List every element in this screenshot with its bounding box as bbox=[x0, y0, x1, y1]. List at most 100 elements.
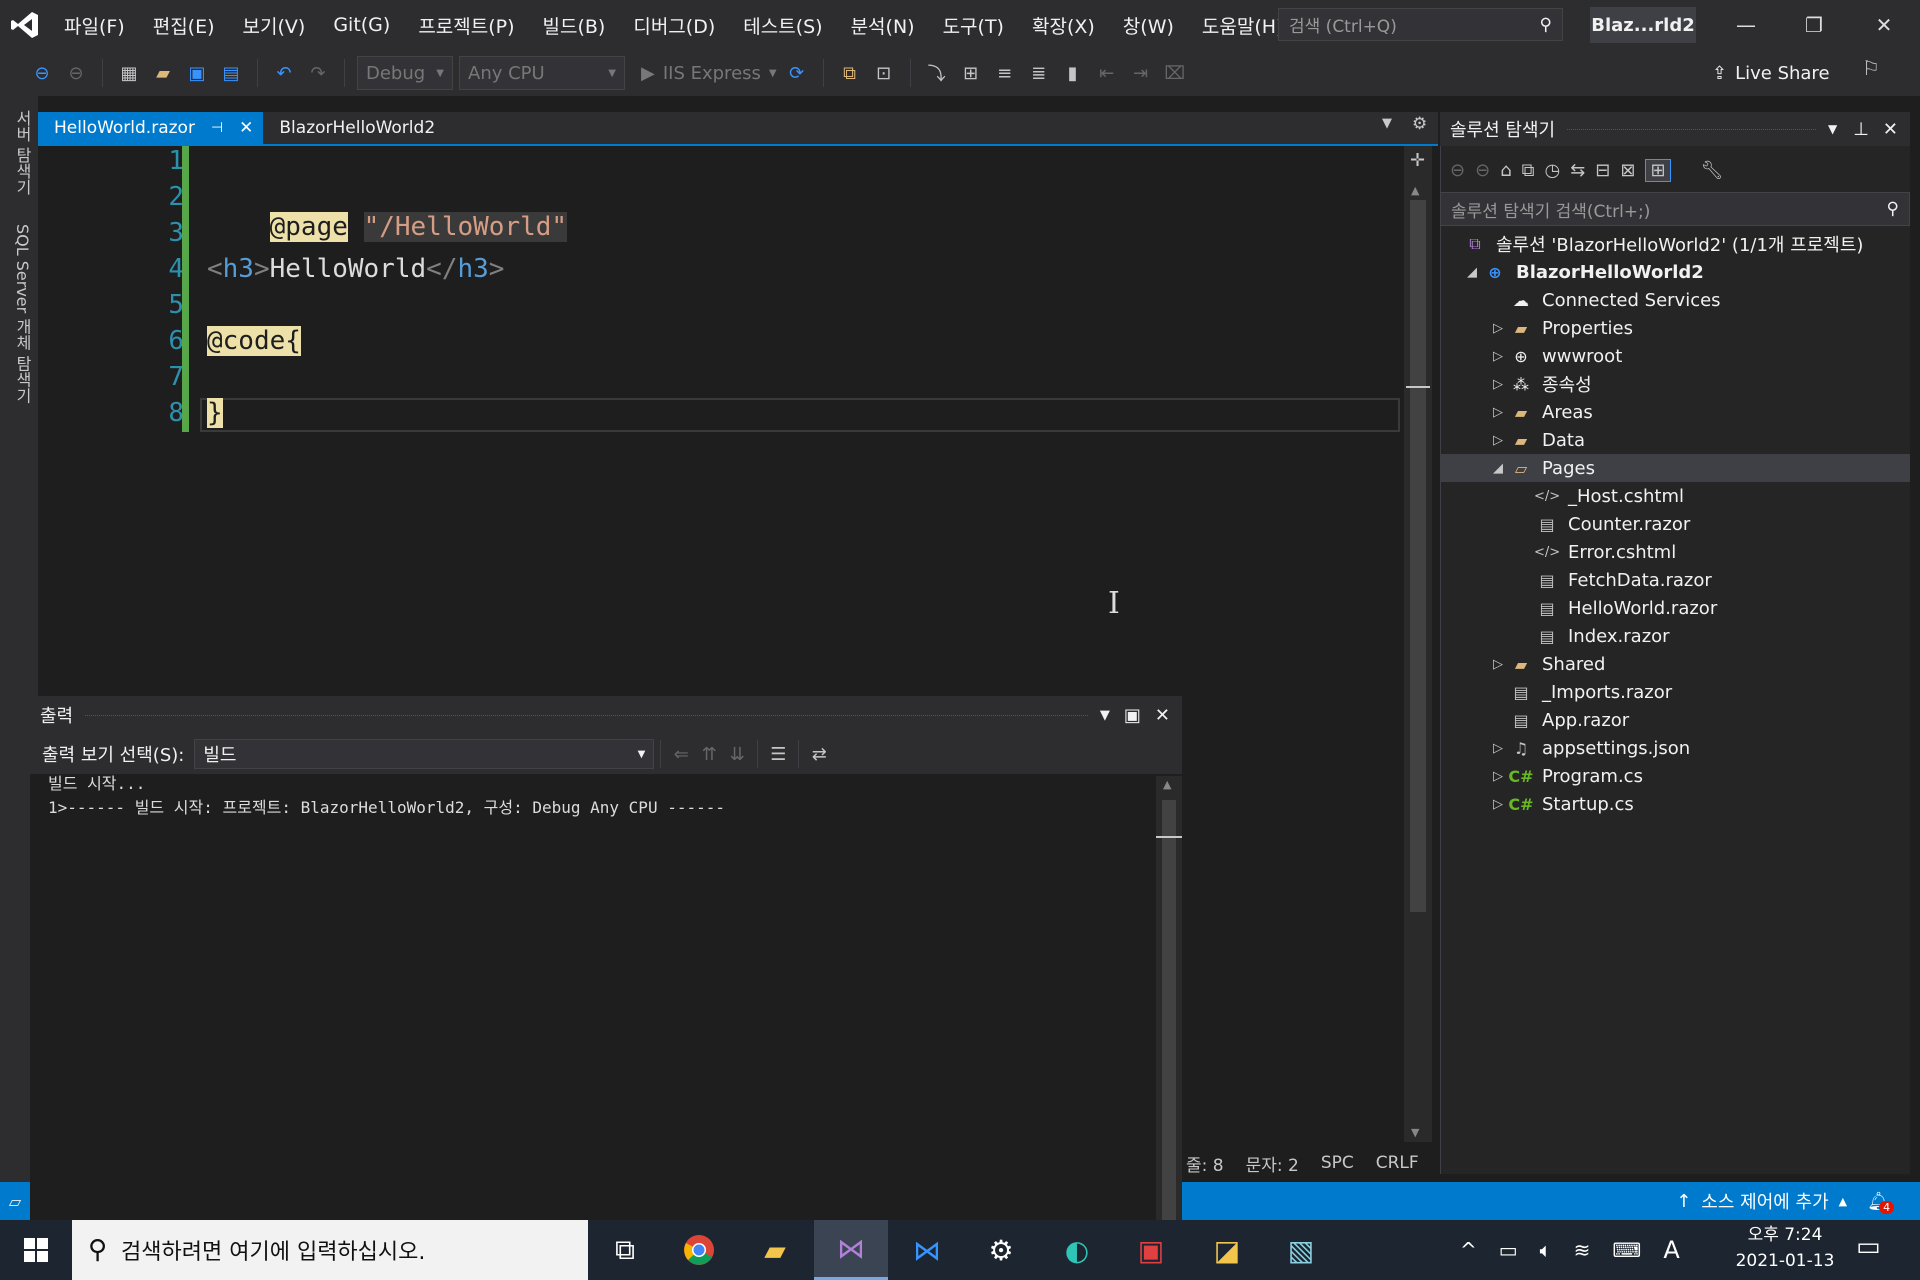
line-ending-indicator[interactable]: CRLF bbox=[1376, 1153, 1419, 1173]
settings-gear-icon[interactable]: ⚙ bbox=[964, 1220, 1038, 1280]
menu-extensions[interactable]: 확장(X) bbox=[1018, 12, 1109, 39]
menu-file[interactable]: 파일(F) bbox=[50, 12, 139, 39]
pin-icon[interactable]: ⊥ bbox=[1853, 119, 1869, 140]
tree-data[interactable]: ▷ ▰ Data bbox=[1488, 426, 1585, 454]
feedback-icon[interactable]: ⚐ bbox=[1862, 56, 1880, 80]
tree-appsettings-json[interactable]: ▷ ♫ appsettings.json bbox=[1488, 734, 1690, 762]
tree-counter-razor[interactable]: ▤ Counter.razor bbox=[1534, 510, 1690, 538]
tree-areas[interactable]: ▷ ▰ Areas bbox=[1488, 398, 1593, 426]
menu-window[interactable]: 창(W) bbox=[1109, 12, 1188, 39]
new-project-icon[interactable]: ▦ bbox=[115, 58, 143, 88]
taskbar-search-input[interactable]: ⚲ 검색하려면 여기에 입력하십시오. bbox=[72, 1220, 588, 1280]
refresh-icon[interactable]: ⟳ bbox=[783, 58, 811, 88]
expanded-arrow-icon[interactable]: ◢ bbox=[1488, 461, 1508, 476]
collapsed-arrow-icon[interactable]: ▷ bbox=[1488, 741, 1508, 756]
ime-indicator[interactable]: A bbox=[1663, 1236, 1679, 1264]
tree-error-cshtml[interactable]: </> Error.cshtml bbox=[1534, 538, 1676, 566]
battery-icon[interactable]: ▭ bbox=[1499, 1238, 1518, 1262]
back-icon[interactable]: ⊖ bbox=[28, 58, 56, 88]
tree-solution[interactable]: ⧉ 솔루션 'BlazorHelloWorld2' (1/1개 프로젝트) bbox=[1462, 230, 1863, 258]
collapsed-arrow-icon[interactable]: ▷ bbox=[1488, 321, 1508, 336]
word-wrap-icon[interactable]: ⇄ bbox=[805, 739, 833, 769]
forward-icon[interactable]: ⊖ bbox=[1475, 160, 1490, 181]
tree-app-razor[interactable]: ▤ App.razor bbox=[1508, 706, 1629, 734]
back-icon[interactable]: ⊖ bbox=[1450, 160, 1465, 181]
collapsed-arrow-icon[interactable]: ▷ bbox=[1488, 797, 1508, 812]
screenshot-icon[interactable]: ⊡ bbox=[870, 58, 898, 88]
pending-changes-icon[interactable]: ◷ bbox=[1544, 160, 1560, 181]
minimize-button[interactable]: — bbox=[1712, 0, 1780, 50]
show-hidden-icons[interactable]: ^ bbox=[1460, 1238, 1477, 1262]
show-all-files-icon[interactable]: ⊠ bbox=[1620, 160, 1635, 181]
editor-scrollbar-thumb[interactable] bbox=[1410, 200, 1426, 912]
tree-startup-cs[interactable]: ▷ C# Startup.cs bbox=[1488, 790, 1634, 818]
wifi-icon[interactable]: ≋ bbox=[1574, 1238, 1591, 1262]
maximize-icon[interactable]: ▣ bbox=[1124, 705, 1141, 726]
scroll-up-icon[interactable]: ▲ bbox=[1163, 778, 1171, 791]
solution-search-input[interactable]: 솔루션 탐색기 검색(Ctrl+;) ⚲ bbox=[1440, 192, 1910, 226]
column-indicator[interactable]: 문자: 2 bbox=[1246, 1151, 1299, 1176]
whitespace-indicator[interactable]: SPC bbox=[1321, 1153, 1354, 1173]
pin-icon[interactable]: ⊣ bbox=[211, 120, 223, 136]
outdent-icon[interactable]: ≣ bbox=[1025, 58, 1053, 88]
prev-message-icon[interactable]: ⇈ bbox=[695, 739, 723, 769]
server-explorer-tab[interactable]: 서버 탐색기 bbox=[10, 110, 34, 195]
panel-dropdown-icon[interactable]: ▼ bbox=[1100, 708, 1110, 723]
save-all-icon[interactable]: ▤ bbox=[217, 58, 245, 88]
redo-icon[interactable]: ↷ bbox=[304, 58, 332, 88]
sync-icon[interactable]: ⇆ bbox=[1570, 160, 1585, 181]
sql-explorer-tab[interactable]: SQL Server 개체 탐색기 bbox=[10, 224, 34, 403]
properties-wrench-icon[interactable]: 🔧︎ bbox=[1701, 160, 1724, 181]
notifications-button[interactable]: 🔔︎ 4 bbox=[1867, 1191, 1895, 1214]
visual-studio-taskbar-icon[interactable]: ⋈ bbox=[814, 1220, 888, 1280]
menu-test[interactable]: 테스트(S) bbox=[729, 12, 836, 39]
start-button[interactable] bbox=[0, 1220, 72, 1280]
action-center-icon[interactable]: ▭ bbox=[1856, 1232, 1881, 1262]
close-window-button[interactable]: ✕ bbox=[1850, 0, 1918, 50]
menu-view[interactable]: 보기(V) bbox=[229, 12, 320, 39]
bookmark-icon[interactable]: ▮ bbox=[1059, 58, 1087, 88]
close-icon[interactable]: ✕ bbox=[1155, 705, 1170, 726]
vscode-icon[interactable]: ⋈ bbox=[890, 1220, 964, 1280]
app-sql-icon[interactable]: ◪ bbox=[1190, 1220, 1264, 1280]
goto-location-icon[interactable]: ⇐ bbox=[667, 739, 695, 769]
step-icon[interactable]: ⤵ bbox=[923, 58, 951, 88]
line-indicator[interactable]: 줄: 8 bbox=[1186, 1151, 1224, 1176]
collapse-all-icon[interactable]: ⊟ bbox=[1595, 160, 1610, 181]
close-icon[interactable]: ✕ bbox=[239, 118, 253, 138]
taskbar-clock[interactable]: 오후 7:24 2021-01-13 bbox=[1730, 1222, 1840, 1278]
forward-icon[interactable]: ⊖ bbox=[62, 58, 90, 88]
source-control-button[interactable]: ↑ 소스 제어에 추가 ▲ bbox=[1676, 1188, 1847, 1214]
file-explorer-icon[interactable]: ▰ bbox=[738, 1220, 812, 1280]
collapsed-arrow-icon[interactable]: ▷ bbox=[1488, 769, 1508, 784]
tab-helloworld-razor[interactable]: HelloWorld.razor ⊣ ✕ bbox=[38, 112, 264, 144]
expanded-arrow-icon[interactable]: ◢ bbox=[1462, 265, 1482, 280]
close-icon[interactable]: ✕ bbox=[1883, 119, 1898, 140]
tree-dependencies[interactable]: ▷ ⁂ 종속성 bbox=[1488, 370, 1592, 398]
clear-bookmarks-icon[interactable]: ⌧ bbox=[1161, 58, 1189, 88]
menu-project[interactable]: 프로젝트(P) bbox=[404, 12, 528, 39]
next-bookmark-icon[interactable]: ⇥ bbox=[1127, 58, 1155, 88]
run-button[interactable]: ▶ IIS Express ▼ bbox=[641, 63, 777, 84]
collapsed-arrow-icon[interactable]: ▷ bbox=[1488, 349, 1508, 364]
tab-blazorhelloworld2[interactable]: BlazorHelloWorld2 bbox=[263, 112, 451, 144]
keyboard-icon[interactable]: ⌨ bbox=[1612, 1238, 1641, 1262]
indent-icon[interactable]: ≡ bbox=[991, 58, 1019, 88]
clear-all-icon[interactable]: ☰ bbox=[764, 739, 792, 769]
volume-icon[interactable]: 🔈︎ bbox=[1540, 1238, 1552, 1262]
save-icon[interactable]: ▣ bbox=[183, 58, 211, 88]
split-icon[interactable]: ✛ bbox=[1410, 150, 1425, 171]
tree-imports-razor[interactable]: ▤ _Imports.razor bbox=[1508, 678, 1672, 706]
tree-project[interactable]: ◢ ⊕ BlazorHelloWorld2 bbox=[1462, 258, 1704, 286]
tree-wwwroot[interactable]: ▷ ⊕ wwwroot bbox=[1488, 342, 1622, 370]
collapsed-arrow-icon[interactable]: ▷ bbox=[1488, 657, 1508, 672]
edge-icon[interactable]: ◐ bbox=[1040, 1220, 1114, 1280]
gear-icon[interactable]: ⚙ bbox=[1412, 114, 1427, 134]
quick-search-input[interactable]: 검색 (Ctrl+Q) ⚲ bbox=[1278, 8, 1563, 41]
tree-pages[interactable]: ◢ ▱ Pages bbox=[1440, 454, 1910, 482]
tree-program-cs[interactable]: ▷ C# Program.cs bbox=[1488, 762, 1643, 790]
menu-git[interactable]: Git(G) bbox=[319, 14, 404, 36]
live-share-button[interactable]: ⇪ Live Share bbox=[1712, 56, 1830, 90]
layout-icon[interactable]: ⊞ bbox=[957, 58, 985, 88]
open-folder-icon[interactable]: ▰ bbox=[149, 58, 177, 88]
